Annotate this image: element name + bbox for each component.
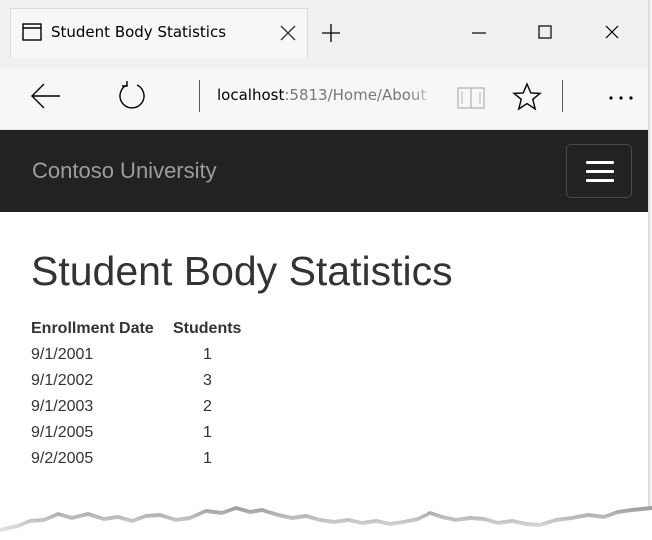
enrollment-date-cell: 9/1/2001: [31, 346, 94, 363]
table-row: 9/1/2002 3: [31, 368, 241, 394]
table-row: 9/1/2003 2: [31, 394, 241, 420]
statistics-table: Enrollment Date Students 9/1/2001 1 9/1/…: [31, 316, 241, 472]
students-cell: 1: [203, 346, 212, 363]
page-title: Student Body Statistics: [31, 248, 453, 294]
refresh-icon[interactable]: [115, 80, 149, 112]
enrollment-date-cell: 9/1/2002: [31, 372, 94, 389]
students-cell: 3: [203, 372, 212, 389]
tab-page-icon: [22, 23, 42, 41]
hamburger-bar: [586, 170, 614, 173]
close-tab-icon[interactable]: [277, 22, 299, 44]
students-cell: 1: [203, 450, 212, 467]
back-arrow-icon[interactable]: [30, 82, 62, 110]
favorite-star-icon[interactable]: [512, 82, 542, 112]
hamburger-bar: [586, 179, 614, 182]
reading-view-icon[interactable]: [456, 86, 486, 110]
tab-title: Student Body Statistics: [51, 23, 227, 41]
maximize-icon[interactable]: [535, 22, 555, 42]
students-cell: 1: [203, 424, 212, 441]
tab-strip: Student Body Statistics: [0, 0, 651, 68]
browser-window: Student Body Statistics localhost:5813/H…: [0, 0, 652, 540]
address-bar[interactable]: localhost:5813/Home/About: [217, 86, 437, 108]
minimize-icon[interactable]: [469, 22, 489, 42]
brand-link[interactable]: Contoso University: [32, 158, 217, 184]
toolbar-separator: [199, 80, 200, 112]
url-host: localhost: [217, 86, 285, 104]
site-navbar: Contoso University: [0, 130, 651, 212]
hamburger-bar: [586, 161, 614, 164]
table-row: 9/1/2001 1: [31, 342, 241, 368]
new-tab-icon[interactable]: [320, 22, 342, 44]
enrollment-date-cell: 9/1/2003: [31, 398, 94, 415]
column-header-enrollment-date: Enrollment Date: [31, 320, 154, 337]
toolbar-separator: [562, 80, 563, 112]
enrollment-date-cell: 9/2/2005: [31, 450, 94, 467]
torn-edge-decoration: [0, 506, 652, 540]
browser-toolbar: localhost:5813/Home/About: [0, 68, 651, 130]
browser-tab[interactable]: Student Body Statistics: [10, 8, 308, 58]
navbar-toggle-button[interactable]: [566, 144, 632, 198]
students-cell: 2: [203, 398, 212, 415]
url-path: :5813/Home/About: [284, 86, 427, 104]
table-header-row: Enrollment Date Students: [31, 316, 241, 342]
more-options-icon[interactable]: [606, 94, 636, 102]
table-row: 9/1/2005 1: [31, 420, 241, 446]
close-window-icon[interactable]: [602, 22, 622, 42]
column-header-students: Students: [173, 320, 242, 337]
window-edge-shadow: [648, 0, 652, 520]
table-row: 9/2/2005 1: [31, 446, 241, 472]
enrollment-date-cell: 9/1/2005: [31, 424, 94, 441]
